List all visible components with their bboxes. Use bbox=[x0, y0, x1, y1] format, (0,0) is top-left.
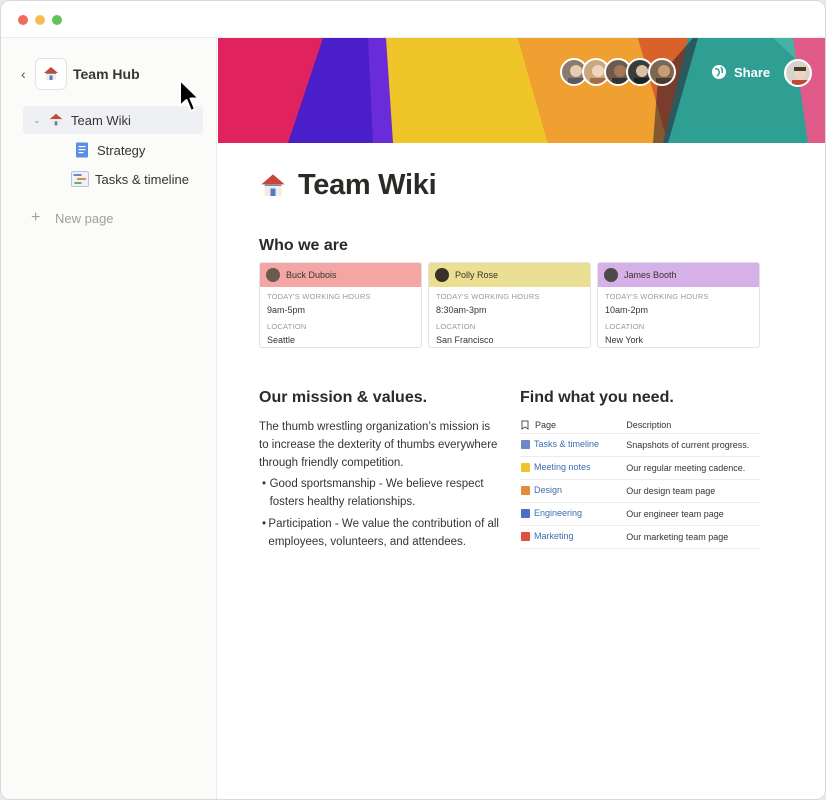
location-value: New York bbox=[605, 335, 644, 345]
mission-text: The thumb wrestling organization’s missi… bbox=[259, 421, 498, 469]
description-cell: Our marketing team page bbox=[626, 525, 761, 549]
person-name: Polly Rose bbox=[455, 270, 499, 280]
value-text: Participation - We value the contributio… bbox=[268, 518, 499, 548]
description-cell: Our design team page bbox=[626, 479, 761, 503]
sidebar-item-label: Tasks & timeline bbox=[95, 171, 189, 187]
close-window-button[interactable] bbox=[18, 15, 28, 25]
back-chevron-icon[interactable]: ‹ bbox=[21, 66, 33, 82]
maximize-window-button[interactable] bbox=[52, 15, 62, 25]
current-user-avatar[interactable] bbox=[784, 59, 812, 87]
document-icon bbox=[73, 141, 91, 159]
house-icon bbox=[35, 58, 67, 90]
person-card-header: Polly Rose bbox=[429, 263, 590, 287]
location-value: San Francisco bbox=[436, 335, 494, 345]
new-page-label: New page bbox=[55, 210, 114, 226]
person-name: Buck Dubois bbox=[286, 270, 337, 280]
sidebar-item-strategy[interactable]: Strategy bbox=[73, 136, 203, 164]
hours-label: TODAY'S WORKING HOURS bbox=[267, 292, 371, 301]
page-title-text: Team Wiki bbox=[298, 169, 437, 201]
cover-banner[interactable]: Share bbox=[218, 38, 825, 143]
location-value: Seattle bbox=[267, 335, 296, 345]
table-row[interactable]: Design Our design team page bbox=[520, 479, 761, 503]
description-cell: Our regular meeting cadence. bbox=[626, 456, 761, 480]
sidebar-item-tasks-timeline[interactable]: Tasks & timeline bbox=[71, 165, 211, 193]
main-content: Share Team Wiki Who we are Buck Dubois T… bbox=[218, 38, 825, 799]
location-label: LOCATION bbox=[267, 322, 307, 331]
list-item: • Good sportsmanship - We believe respec… bbox=[259, 475, 499, 511]
mission-heading: Our mission & values. bbox=[259, 389, 428, 406]
link-meeting-notes[interactable]: Meeting notes bbox=[520, 462, 591, 472]
description-cell: Our engineer team page bbox=[626, 502, 761, 526]
find-heading: Find what you need. bbox=[520, 389, 674, 406]
values-list: • Good sportsmanship - We believe respec… bbox=[259, 475, 499, 555]
collaborator-avatars[interactable] bbox=[560, 58, 676, 86]
notes-icon bbox=[521, 462, 530, 472]
minimize-window-button[interactable] bbox=[35, 15, 45, 25]
share-label: Share bbox=[734, 64, 771, 80]
share-button[interactable]: Share bbox=[711, 64, 770, 80]
chevron-down-icon[interactable]: ⌄ bbox=[33, 115, 47, 126]
location-label: LOCATION bbox=[605, 322, 645, 331]
hours-value: 9am-5pm bbox=[267, 305, 306, 315]
table-row[interactable]: Engineering Our engineer team page bbox=[520, 502, 761, 526]
plus-icon: + bbox=[31, 209, 41, 226]
location-label: LOCATION bbox=[436, 322, 476, 331]
hub-title: Team Hub bbox=[73, 66, 140, 82]
link-design[interactable]: Design bbox=[520, 485, 562, 495]
person-card-header: James Booth bbox=[598, 263, 759, 287]
table-row[interactable]: Tasks & timeline Snapshots of current pr… bbox=[520, 433, 761, 457]
hours-label: TODAY'S WORKING HOURS bbox=[605, 292, 709, 301]
page-icon bbox=[521, 420, 529, 430]
person-card[interactable]: James Booth TODAY'S WORKING HOURS 10am-2… bbox=[597, 262, 760, 348]
mouse-cursor-icon bbox=[179, 79, 200, 112]
sidebar-item-team-wiki[interactable]: ⌄ Team Wiki bbox=[23, 106, 203, 134]
avatar bbox=[266, 268, 280, 282]
bullet-icon: • bbox=[262, 478, 267, 490]
hours-label: TODAY'S WORKING HOURS bbox=[436, 292, 540, 301]
column-header-page: Page bbox=[520, 416, 627, 434]
table-row[interactable]: Marketing Our marketing team page bbox=[520, 525, 761, 549]
description-cell: Snapshots of current progress. bbox=[626, 433, 761, 457]
page-title: Team Wiki bbox=[258, 169, 437, 202]
link-marketing[interactable]: Marketing bbox=[520, 531, 574, 541]
house-icon bbox=[47, 111, 65, 129]
link-engineering[interactable]: Engineering bbox=[520, 508, 582, 518]
design-tools-icon bbox=[521, 485, 530, 495]
globe-icon bbox=[712, 65, 726, 79]
avatar bbox=[435, 268, 449, 282]
person-card[interactable]: Buck Dubois TODAY'S WORKING HOURS 9am-5p… bbox=[259, 262, 422, 348]
link-tasks-timeline[interactable]: Tasks & timeline bbox=[520, 439, 599, 449]
column-header-description: Description bbox=[626, 416, 761, 434]
sidebar-item-label: Team Wiki bbox=[71, 112, 131, 128]
table-header-row: Page Description bbox=[520, 416, 761, 434]
hours-value: 8:30am-3pm bbox=[436, 305, 487, 315]
engineering-icon bbox=[521, 508, 530, 518]
bullet-icon: • bbox=[262, 518, 267, 530]
title-bar bbox=[1, 1, 825, 38]
hours-value: 10am-2pm bbox=[605, 305, 649, 315]
who-we-are-heading: Who we are bbox=[259, 237, 348, 254]
sidebar: ‹ Team Hub ⌄ Team Wiki Strategy Tasks & … bbox=[1, 38, 217, 799]
avatar[interactable] bbox=[648, 58, 676, 86]
table-row[interactable]: Meeting notes Our regular meeting cadenc… bbox=[520, 456, 761, 480]
pages-table: Page Description Tasks & timeline Snapsh… bbox=[520, 416, 761, 549]
new-page-button[interactable]: + New page bbox=[31, 204, 181, 232]
hub-header[interactable]: ‹ Team Hub bbox=[21, 58, 201, 90]
avatar bbox=[604, 268, 618, 282]
app-window: ‹ Team Hub ⌄ Team Wiki Strategy Tasks & … bbox=[0, 0, 826, 800]
value-text: Good sportsmanship - We believe respect … bbox=[269, 478, 484, 508]
timeline-icon bbox=[71, 170, 89, 188]
list-item: • Participation - We value the contribut… bbox=[259, 515, 499, 551]
timeline-icon bbox=[521, 439, 530, 449]
person-name: James Booth bbox=[624, 270, 677, 280]
person-card-header: Buck Dubois bbox=[260, 263, 421, 287]
person-card[interactable]: Polly Rose TODAY'S WORKING HOURS 8:30am-… bbox=[428, 262, 591, 348]
house-icon bbox=[261, 173, 285, 196]
megaphone-icon bbox=[521, 531, 530, 541]
sidebar-item-label: Strategy bbox=[97, 142, 146, 158]
